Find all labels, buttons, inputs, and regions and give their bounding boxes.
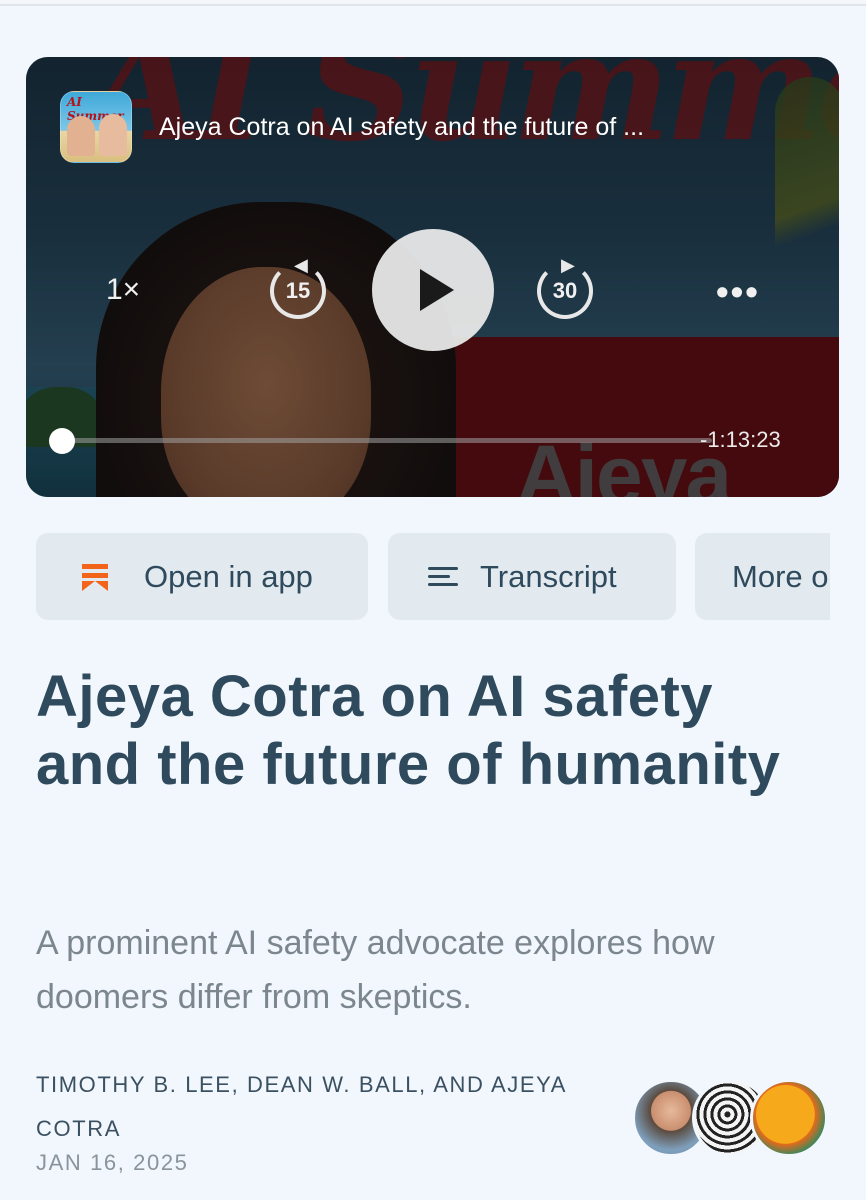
playback-speed-button[interactable]: 1×: [106, 273, 140, 307]
progress-bar[interactable]: [62, 438, 712, 443]
open-in-app-button[interactable]: Open in app: [36, 533, 368, 620]
bookmark-icon: [82, 562, 108, 592]
skip-back-seconds: 15: [285, 278, 311, 303]
episode-title: Ajeya Cotra on AI safety and the future …: [159, 113, 645, 141]
podcast-host-1: [67, 116, 95, 156]
more-options-icon[interactable]: •••: [716, 271, 760, 313]
play-button[interactable]: [372, 229, 494, 351]
author-avatars[interactable]: [632, 1079, 832, 1159]
rewind-arrow-icon: ◀: [294, 255, 308, 275]
open-in-app-label: Open in app: [144, 558, 313, 594]
more-label: More o: [732, 558, 829, 594]
transcript-label: Transcript: [480, 558, 617, 594]
article-subtitle: A prominent AI safety advocate explores …: [36, 924, 715, 1016]
article-date: JAN 16, 2025: [36, 1150, 189, 1175]
play-icon: [420, 269, 454, 311]
skip-back-button[interactable]: ◀ 15: [270, 255, 326, 319]
skip-forward-button[interactable]: ▶ 30: [537, 255, 593, 319]
forward-arrow-icon: ▶: [561, 255, 575, 275]
podcast-artwork: AI Summer: [60, 91, 132, 163]
audio-player[interactable]: AI Summer Ajeya AI Summer Ajeya Cotra on…: [26, 57, 839, 497]
article-authors[interactable]: TIMOTHY B. LEE, DEAN W. BALL, AND AJEYA …: [36, 1063, 616, 1151]
more-button[interactable]: More o: [695, 533, 830, 620]
top-divider: [0, 0, 866, 6]
avatar[interactable]: [750, 1079, 828, 1157]
transcript-lines-icon: [428, 566, 458, 588]
time-remaining: -1:13:23: [700, 427, 781, 452]
progress-scrubber[interactable]: [49, 428, 75, 454]
article-title: Ajeya Cotra on AI safety and the future …: [36, 664, 781, 797]
transcript-button[interactable]: Transcript: [388, 533, 676, 620]
skip-forward-seconds: 30: [552, 278, 578, 303]
podcast-host-2: [99, 114, 127, 156]
